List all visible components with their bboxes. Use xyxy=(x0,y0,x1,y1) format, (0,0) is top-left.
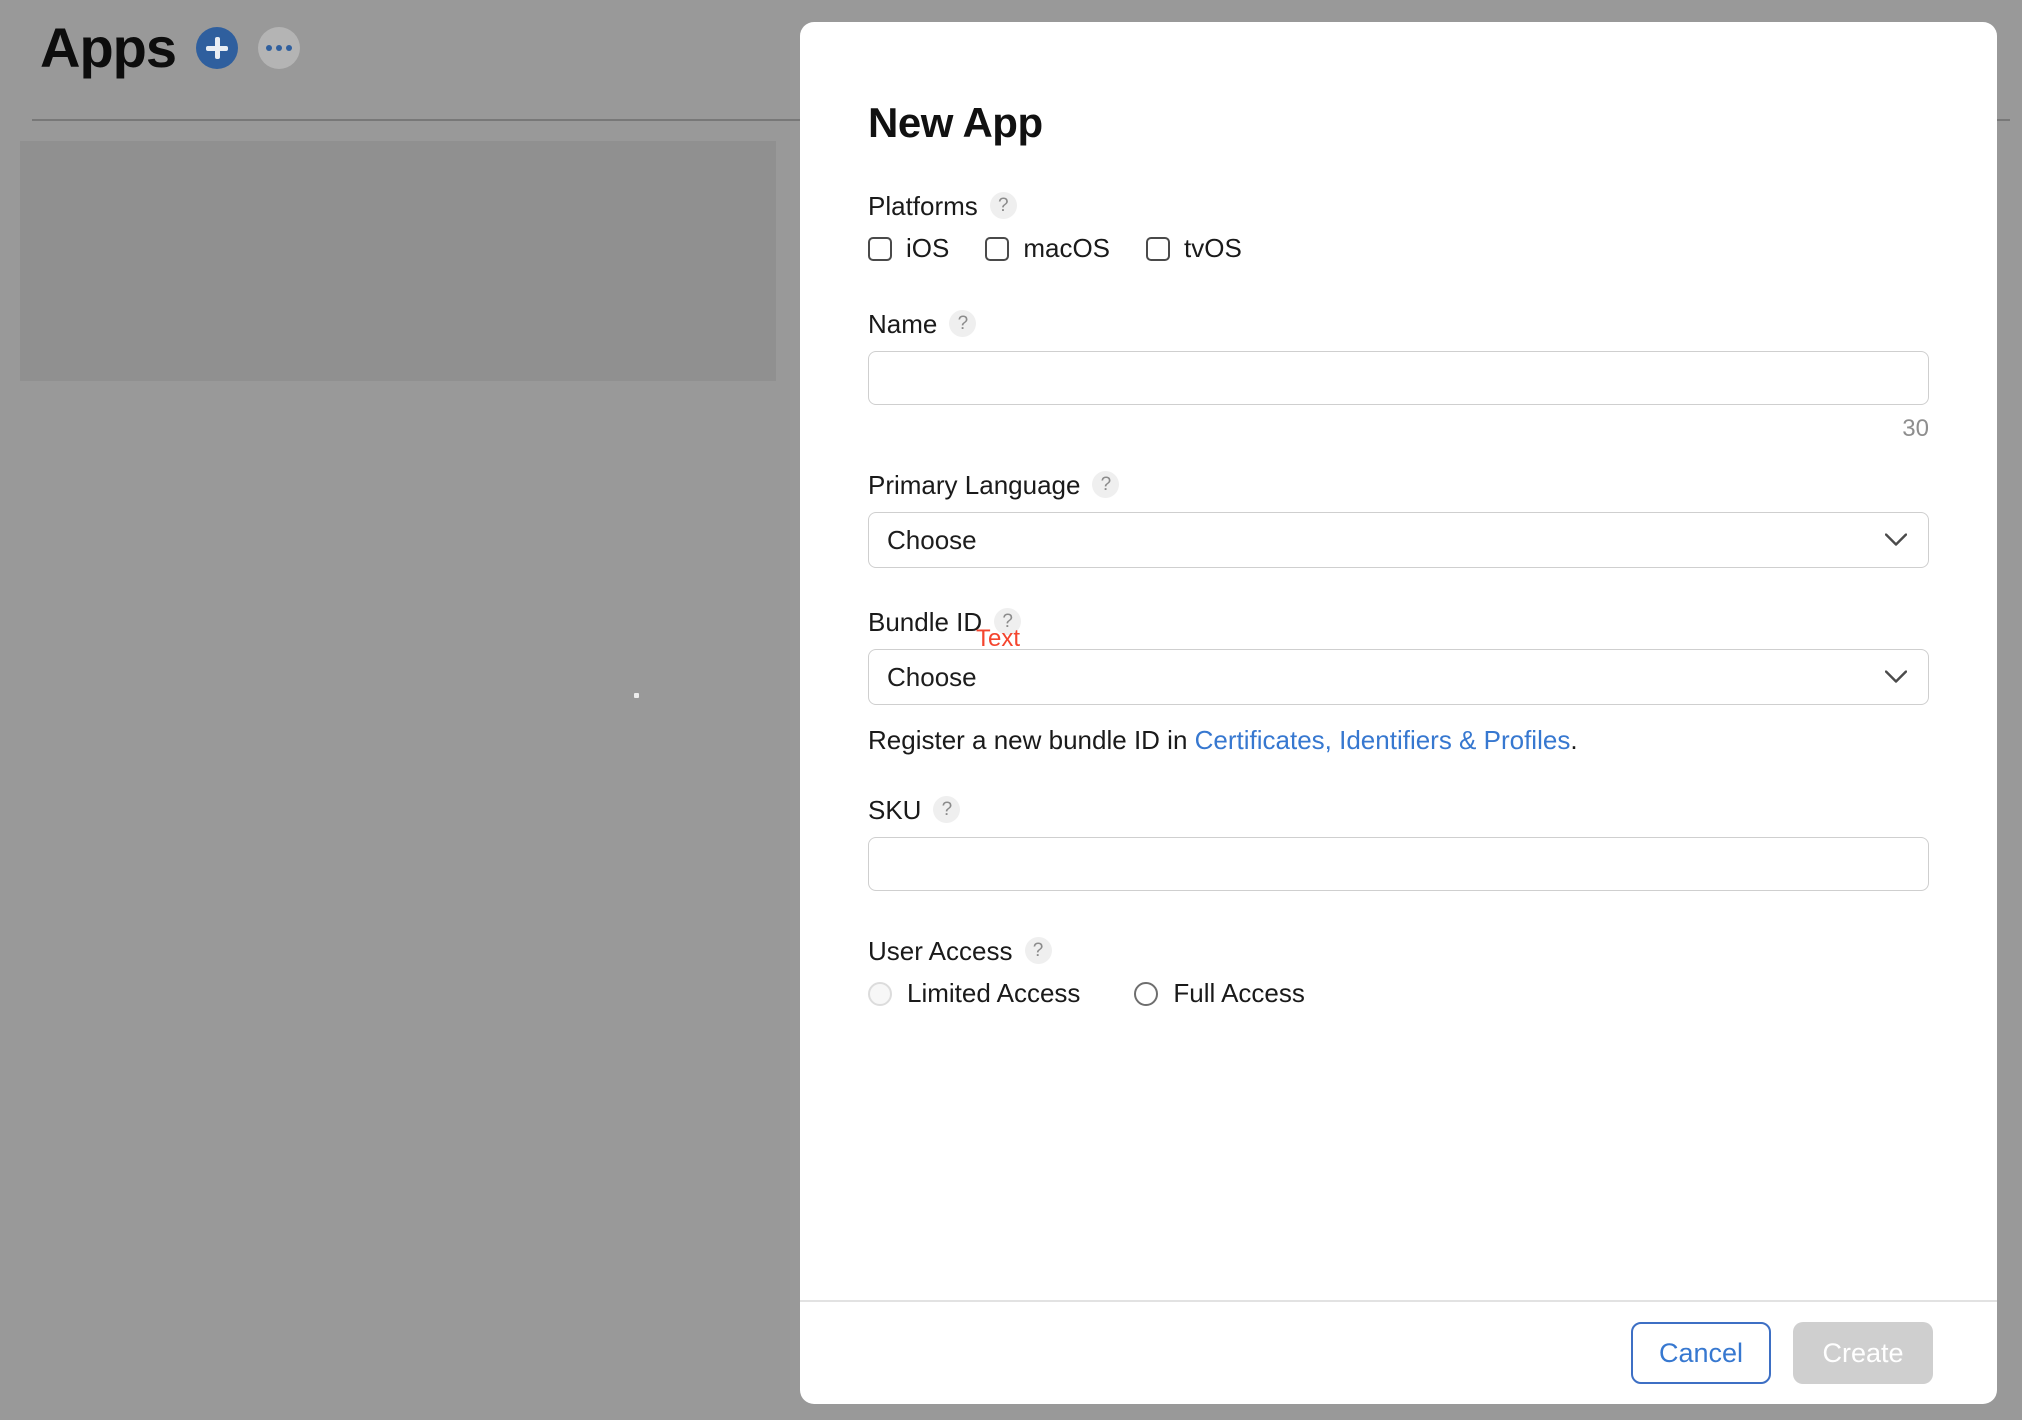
radio-label: Limited Access xyxy=(907,978,1081,1009)
sku-field: SKU ? xyxy=(868,794,1929,892)
user-access-radio-group: Limited Access Full Access xyxy=(868,978,1929,1009)
radio-limited-access[interactable]: Limited Access xyxy=(868,978,1080,1009)
page-title: Apps xyxy=(40,16,177,79)
checkbox-icon[interactable] xyxy=(985,236,1010,261)
add-app-button[interactable] xyxy=(196,27,238,69)
bundle-id-label-row: Bundle ID ? xyxy=(868,606,1929,637)
checkbox-icon[interactable] xyxy=(868,236,892,261)
new-app-dialog: New App Platforms ? iOS macOS tvOS Name … xyxy=(800,22,1997,1404)
radio-icon[interactable] xyxy=(1134,981,1159,1006)
apps-content-panel xyxy=(20,141,776,381)
dialog-title: New App xyxy=(868,99,1043,146)
help-icon[interactable]: ? xyxy=(933,796,961,824)
more-options-button[interactable] xyxy=(258,27,300,69)
bundle-id-selected-value: Choose xyxy=(868,649,1929,706)
cursor-speck xyxy=(634,693,639,698)
user-access-label: User Access xyxy=(868,935,1013,966)
platforms-checkbox-group: iOS macOS tvOS xyxy=(868,233,1929,264)
help-icon[interactable]: ? xyxy=(1092,471,1120,499)
name-field: Name ? 30 xyxy=(868,310,1929,443)
user-access-field: User Access ? Limited Access Full Access xyxy=(868,937,1929,1009)
annotation-label: Text xyxy=(976,625,1021,653)
radio-label: Full Access xyxy=(1173,978,1305,1009)
checkbox-icon[interactable] xyxy=(1146,236,1171,261)
checkbox-label: tvOS xyxy=(1184,233,1242,264)
cancel-button[interactable]: Cancel xyxy=(1631,1322,1771,1384)
bundle-id-helper-text: Register a new bundle ID in Certificates… xyxy=(868,725,1929,756)
platforms-label-row: Platforms ? xyxy=(868,190,1929,221)
bundle-id-select[interactable]: Text Choose xyxy=(868,627,1929,706)
bundle-id-label: Bundle ID xyxy=(868,606,983,637)
primary-language-select[interactable]: Choose xyxy=(868,512,1929,569)
helper-prefix: Register a new bundle ID in xyxy=(868,725,1195,756)
checkbox-macos[interactable]: macOS xyxy=(985,233,1110,264)
name-label: Name xyxy=(868,308,938,339)
plus-icon xyxy=(206,37,228,59)
platforms-label: Platforms xyxy=(868,190,978,221)
platforms-field: Platforms ? iOS macOS tvOS xyxy=(868,192,1929,264)
sku-label-row: SKU ? xyxy=(868,794,1929,825)
sku-input[interactable] xyxy=(868,837,1929,892)
bundle-id-field: Bundle ID ? Text Choose Register a new b… xyxy=(868,608,1929,756)
checkbox-tvos[interactable]: tvOS xyxy=(1146,233,1242,264)
help-icon[interactable]: ? xyxy=(1024,937,1052,965)
checkbox-label: iOS xyxy=(906,233,950,264)
primary-language-label-row: Primary Language ? xyxy=(868,469,1929,500)
create-button[interactable]: Create xyxy=(1793,1322,1933,1384)
primary-language-selected-value: Choose xyxy=(868,512,1929,569)
name-input[interactable] xyxy=(868,351,1929,406)
sku-label: SKU xyxy=(868,794,922,825)
page-header: Apps xyxy=(40,20,300,76)
primary-language-label: Primary Language xyxy=(868,469,1081,500)
certificates-identifiers-profiles-link[interactable]: Certificates, Identifiers & Profiles xyxy=(1195,725,1571,755)
name-label-row: Name ? xyxy=(868,308,1929,339)
user-access-label-row: User Access ? xyxy=(868,935,1929,966)
dialog-body: New App Platforms ? iOS macOS tvOS Name … xyxy=(800,22,1997,1300)
helper-suffix: . xyxy=(1570,725,1578,756)
help-icon[interactable]: ? xyxy=(989,192,1017,220)
radio-full-access[interactable]: Full Access xyxy=(1134,978,1305,1009)
ellipsis-icon xyxy=(266,45,292,51)
checkbox-ios[interactable]: iOS xyxy=(868,233,949,264)
name-char-counter: 30 xyxy=(1902,415,1929,443)
help-icon[interactable]: ? xyxy=(949,310,977,338)
radio-icon[interactable] xyxy=(868,981,892,1006)
checkbox-label: macOS xyxy=(1023,233,1111,264)
dialog-footer: Cancel Create xyxy=(800,1300,1997,1404)
primary-language-field: Primary Language ? Choose xyxy=(868,469,1929,569)
